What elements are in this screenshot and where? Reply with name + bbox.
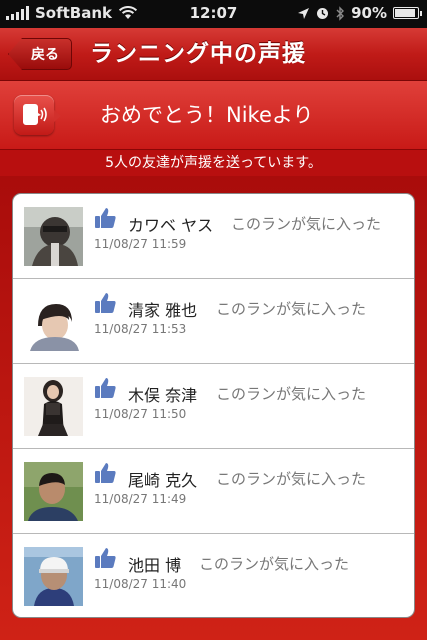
avatar xyxy=(24,377,83,436)
avatar xyxy=(24,462,83,521)
like-thumb-icon xyxy=(95,548,116,568)
cheer-timestamp: 11/08/27 11:59 xyxy=(94,237,187,251)
friend-name: 清家 雅也 xyxy=(128,301,198,320)
friend-name: 池田 博 xyxy=(128,556,182,575)
location-arrow-icon xyxy=(298,7,310,19)
cheer-timestamp: 11/08/27 11:49 xyxy=(94,492,187,506)
cheer-timestamp: 11/08/27 11:50 xyxy=(94,407,187,421)
list-item[interactable]: 尾崎 克久 このランが気に入った 11/08/27 11:49 xyxy=(13,449,414,534)
avatar xyxy=(24,292,83,351)
avatar xyxy=(24,547,83,606)
avatar xyxy=(24,207,83,266)
list-item[interactable]: カワベ ヤス このランが気に入った 11/08/27 11:59 xyxy=(13,194,414,279)
cheer-banner: おめでとう！Nikeより xyxy=(0,81,427,150)
page-title: ランニング中の声援 xyxy=(90,41,306,67)
cheer-message: このランが気に入った xyxy=(216,300,367,318)
banner-text: おめでとう！Nikeより xyxy=(100,103,314,127)
cheer-list: カワベ ヤス このランが気に入った 11/08/27 11:59 清家 雅也 こ… xyxy=(12,193,415,618)
like-thumb-icon xyxy=(95,208,116,228)
cheer-message: このランが気に入った xyxy=(231,215,382,233)
cheer-timestamp: 11/08/27 11:53 xyxy=(94,322,187,336)
cheer-message: このランが気に入った xyxy=(216,385,367,403)
status-bar: SoftBank 12:07 90% xyxy=(0,0,427,28)
list-item[interactable]: 池田 博 このランが気に入った 11/08/27 11:40 xyxy=(13,534,414,617)
friend-name: カワベ ヤス xyxy=(128,216,214,235)
cheer-message: このランが気に入った xyxy=(216,470,367,488)
list-item[interactable]: 木俣 奈津 このランが気に入った 11/08/27 11:50 xyxy=(13,364,414,449)
like-thumb-icon xyxy=(95,293,116,313)
back-button[interactable]: 戻る xyxy=(8,38,72,70)
bluetooth-icon xyxy=(336,5,345,21)
navigation-bar: 戻る ランニング中の声援 xyxy=(0,28,427,81)
friend-name: 尾崎 克久 xyxy=(128,471,198,490)
battery-icon xyxy=(393,7,422,19)
like-thumb-icon xyxy=(95,378,116,398)
like-thumb-icon xyxy=(95,463,116,483)
cheer-timestamp: 11/08/27 11:40 xyxy=(94,577,187,591)
alarm-clock-icon xyxy=(317,7,329,19)
cheer-message: このランが気に入った xyxy=(199,555,350,573)
voice-cheer-icon[interactable] xyxy=(14,95,61,135)
battery-percent: 90% xyxy=(351,4,387,22)
list-item[interactable]: 清家 雅也 このランが気に入った 11/08/27 11:53 xyxy=(13,279,414,364)
friends-count-text: 5人の友達が声援を送っています。 xyxy=(105,155,322,171)
friend-name: 木俣 奈津 xyxy=(128,386,198,405)
